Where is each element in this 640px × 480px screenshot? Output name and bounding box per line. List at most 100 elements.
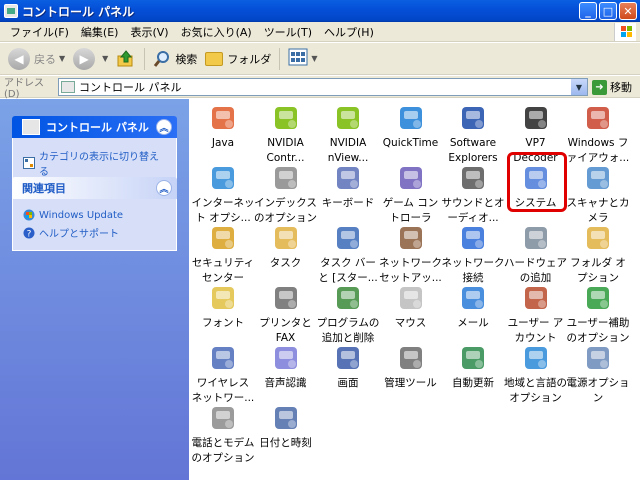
control-panel-item-label: 電源オプショ ン	[566, 377, 630, 404]
search-button[interactable]: 検索	[149, 46, 201, 72]
control-panel-item[interactable]: 自動更新	[441, 342, 505, 406]
control-panel-item[interactable]: メール	[441, 282, 505, 346]
user-accounts-icon	[520, 282, 552, 314]
windows-logo-icon	[614, 23, 636, 41]
control-panel-item[interactable]: 地域と言語の オプション	[504, 342, 568, 406]
task-pane: コントロール パネル ︽ カテゴリの表示に切り替える 関連項目 ︽ Window…	[0, 99, 189, 480]
address-bar: アドレス(D) コントロール パネル ▼ ➜ 移動	[0, 76, 640, 100]
control-panel-item[interactable]: ユーザー ア カウント	[504, 282, 568, 346]
address-dropdown[interactable]: ▼	[571, 79, 587, 95]
menu-favorites[interactable]: お気に入り(A)	[175, 24, 258, 40]
switch-category-view-link[interactable]: カテゴリの表示に切り替える	[23, 148, 166, 178]
forward-button[interactable]: ▶ ▼	[69, 46, 112, 72]
control-panel-section-header[interactable]: コントロール パネル ︽	[12, 116, 177, 138]
control-panel-item[interactable]: システム	[504, 162, 568, 226]
power-options-icon	[582, 342, 614, 374]
control-panel-item[interactable]: インデックス のオプション	[254, 162, 318, 226]
control-panel-item[interactable]: セキュリティ センター	[191, 222, 255, 286]
control-panel-item[interactable]: サウンドとオ ーディオ...	[441, 162, 505, 226]
control-panel-item[interactable]: タスク バー と [スター...	[316, 222, 380, 286]
internet-options-icon	[207, 162, 239, 194]
minimize-button[interactable]: _	[579, 2, 597, 20]
up-folder-button[interactable]	[112, 46, 140, 72]
scanner-icon	[582, 162, 614, 194]
control-panel-item-label: 自動更新	[452, 377, 494, 389]
keyboard-icon	[332, 162, 364, 194]
control-panel-item[interactable]: ワイヤレス ネットワー...	[191, 342, 255, 406]
network-setup-icon	[395, 222, 427, 254]
add-hardware-icon	[520, 222, 552, 254]
control-panel-item-label: 画面	[337, 377, 359, 389]
control-panel-item[interactable]: ネットワーク セットアッ...	[379, 222, 443, 286]
windows-update-icon	[23, 209, 35, 221]
control-panel-item[interactable]: ゲーム コン トローラ	[379, 162, 443, 226]
up-folder-icon	[116, 49, 136, 69]
views-button[interactable]: ▼	[284, 46, 321, 72]
nvidia-icon	[270, 102, 302, 134]
control-panel-item[interactable]: Java	[191, 102, 255, 166]
control-panel-item[interactable]: 電話とモデム のオプション	[191, 402, 255, 466]
control-panel-item[interactable]: Windows フ ァイアウォ...	[566, 102, 630, 166]
control-panel-item[interactable]: ハードウェア の追加	[504, 222, 568, 286]
control-panel-item[interactable]: キーボード	[316, 162, 380, 226]
control-panel-item[interactable]: NVIDIA Contr...	[254, 102, 318, 166]
control-panel-item-label: 地域と言語の オプション	[504, 377, 567, 404]
control-panel-item-label: 電話とモデム のオプション	[191, 437, 255, 464]
menu-edit[interactable]: 編集(E)	[75, 24, 125, 40]
security-center-icon	[207, 222, 239, 254]
control-panel-items: Java NVIDIA Contr... NVIDIA nView... QuickT…	[189, 99, 640, 480]
region-language-icon	[520, 342, 552, 374]
search-icon	[153, 50, 171, 68]
go-button[interactable]: ➜ 移動	[592, 79, 632, 95]
control-panel-item[interactable]: ユーザー補助 のオプション	[566, 282, 630, 346]
collapse-icon[interactable]: ︽	[156, 180, 172, 196]
control-panel-item[interactable]: 画面	[316, 342, 380, 406]
control-panel-item[interactable]: フォント	[191, 282, 255, 346]
help-support-link[interactable]: ? ヘルプとサポート	[23, 225, 166, 240]
control-panel-item[interactable]: フォルダ オ プション	[566, 222, 630, 286]
menu-tools[interactable]: ツール(T)	[258, 24, 318, 40]
title-bar: コントロール パネル _ □ ✕	[0, 0, 640, 22]
control-panel-item[interactable]: Software Explorers	[441, 102, 505, 166]
address-input[interactable]: コントロール パネル ▼	[58, 78, 588, 96]
add-remove-icon	[332, 282, 364, 314]
collapse-icon[interactable]: ︽	[156, 119, 172, 135]
control-panel-item[interactable]: 電源オプショ ン	[566, 342, 630, 406]
folders-button[interactable]: フォルダ	[201, 46, 275, 72]
control-panel-item[interactable]: プリンタと FAX	[254, 282, 318, 346]
firewall-icon	[582, 102, 614, 134]
printers-icon	[270, 282, 302, 314]
indexing-icon	[270, 162, 302, 194]
control-panel-item[interactable]: 日付と時刻	[254, 402, 318, 466]
control-panel-item[interactable]: タスク	[254, 222, 318, 286]
toolbar-separator	[144, 47, 146, 70]
control-panel-item[interactable]: 管理ツール	[379, 342, 443, 406]
control-panel-item[interactable]: QuickTime	[379, 102, 443, 166]
menu-view[interactable]: 表示(V)	[124, 24, 174, 40]
control-panel-item[interactable]: VP7 Decoder Settings	[504, 102, 568, 166]
phone-modem-icon	[207, 402, 239, 434]
chevron-down-icon: ▼	[102, 54, 109, 63]
control-panel-icon	[4, 4, 18, 18]
wireless-icon	[207, 342, 239, 374]
control-panel-icon	[22, 119, 40, 135]
back-button[interactable]: ◀ 戻る ▼	[4, 46, 69, 72]
auto-update-icon	[457, 342, 489, 374]
date-time-icon	[270, 402, 302, 434]
control-panel-item[interactable]: スキャナとカ メラ	[566, 162, 630, 226]
control-panel-item[interactable]: 音声認識	[254, 342, 318, 406]
control-panel-item[interactable]: マウス	[379, 282, 443, 346]
control-panel-item[interactable]: プログラムの 追加と削除	[316, 282, 380, 346]
maximize-button[interactable]: □	[599, 2, 617, 20]
control-panel-item[interactable]: ネットワーク 接続	[441, 222, 505, 286]
close-button[interactable]: ✕	[619, 2, 637, 20]
vp7-icon	[520, 102, 552, 134]
toolbar: ◀ 戻る ▼ ▶ ▼ 検索 フォルダ ▼	[0, 43, 640, 75]
sound-icon	[457, 162, 489, 194]
windows-update-link[interactable]: Windows Update	[23, 209, 166, 221]
menu-file[interactable]: ファイル(F)	[4, 24, 75, 40]
menu-help[interactable]: ヘルプ(H)	[318, 24, 380, 40]
related-topics-header[interactable]: 関連項目 ︽	[12, 177, 177, 199]
control-panel-item[interactable]: インターネッ ト オプシ...	[191, 162, 255, 226]
control-panel-item[interactable]: NVIDIA nView...	[316, 102, 380, 166]
